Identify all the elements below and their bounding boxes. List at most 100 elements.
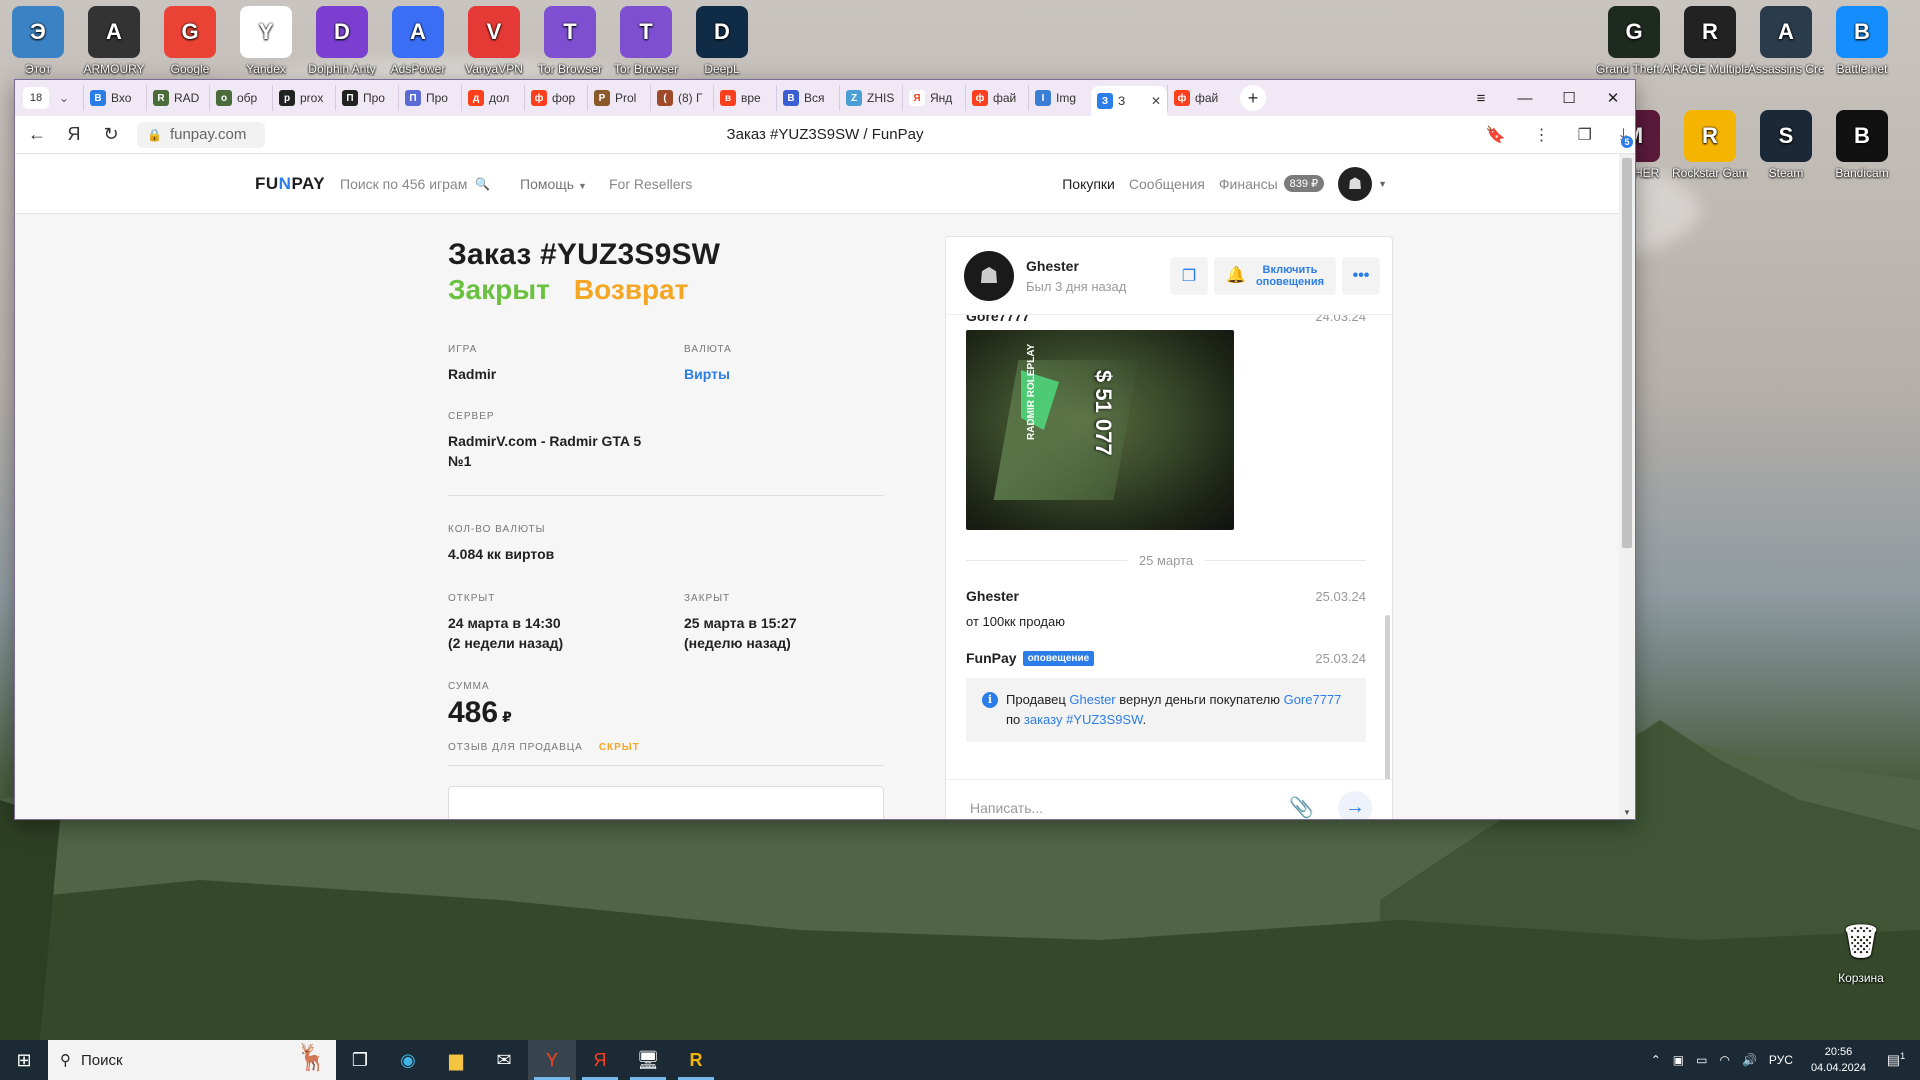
new-tab-button[interactable]: + <box>1240 85 1266 111</box>
send-button[interactable]: → <box>1338 790 1372 819</box>
mail-icon[interactable]: ✉ <box>480 1040 528 1080</box>
chat-avatar[interactable]: ☗ <box>964 250 1014 301</box>
desktop-shortcut[interactable]: S Steam <box>1748 110 1824 180</box>
collections-icon[interactable]: ❐ <box>1578 125 1592 145</box>
battery-icon[interactable]: ▭ <box>1696 1053 1707 1067</box>
desktop-shortcut[interactable]: B Bandicam <box>1824 110 1900 180</box>
browser-tab[interactable]: R RAD <box>146 85 209 111</box>
finances-link[interactable]: Финансы <box>1219 176 1278 192</box>
desktop-shortcut[interactable]: T Tor Browser <box>608 6 684 76</box>
desktop-shortcut[interactable]: G Grand Theft Auto V <box>1596 6 1672 76</box>
rockstar-launcher-icon[interactable]: R <box>672 1040 720 1080</box>
seller-link[interactable]: Ghester <box>1069 692 1115 707</box>
browser-tab[interactable]: д дол <box>461 85 524 111</box>
message-input[interactable]: Написать... <box>970 800 1289 816</box>
app-window-icon[interactable]: 🖥 <box>624 1040 672 1080</box>
buyer-link[interactable]: Gore7777 <box>1284 692 1342 707</box>
scrollbar-thumb[interactable] <box>1622 158 1632 548</box>
desktop-shortcut[interactable]: T Tor Browser <box>532 6 608 76</box>
tab-count[interactable]: 18 <box>23 87 49 109</box>
chevron-up-icon[interactable]: ⌃ <box>1651 1053 1661 1067</box>
user-avatar[interactable]: ☗ <box>1338 166 1373 201</box>
yandex-browser-icon[interactable]: Y <box>528 1040 576 1080</box>
message-author[interactable]: Gore7777 <box>966 315 1030 324</box>
purchases-link[interactable]: Покупки <box>1062 176 1115 192</box>
browser-tab[interactable]: П Про <box>398 85 461 111</box>
desktop-shortcut[interactable]: V VanyaVPN <box>456 6 532 76</box>
browser-tab[interactable]: Z ZHIS <box>839 85 902 111</box>
page-scrollbar[interactable]: ▼ <box>1619 154 1635 819</box>
browser-tab[interactable]: P Prol <box>587 85 650 111</box>
attach-icon[interactable]: 📎 <box>1289 795 1314 819</box>
wifi-icon[interactable]: ◠ <box>1719 1053 1729 1067</box>
browser-tab[interactable]: П Про <box>335 85 398 111</box>
desktop-shortcut[interactable]: R RAGE Multiplayer <box>1672 6 1748 76</box>
recycle-bin[interactable]: 🗑 Корзина <box>1823 915 1899 985</box>
browser-tab[interactable]: В Вхо <box>83 85 146 111</box>
message-image[interactable]: $ 51 077 RADMIR ROLEPLAY <box>966 330 1234 530</box>
yandex-icon[interactable]: Я <box>576 1040 624 1080</box>
browser-tab[interactable]: ф фай <box>1167 85 1230 111</box>
currency-link[interactable]: Вирты <box>684 364 884 384</box>
scroll-down-icon[interactable]: ▼ <box>1619 808 1635 817</box>
yandex-home-icon[interactable]: Я <box>59 124 89 145</box>
funpay-logo[interactable]: FUNPAY <box>255 174 325 194</box>
message-author[interactable]: FunPay <box>966 650 1017 666</box>
file-explorer-icon[interactable]: ▆ <box>432 1040 480 1080</box>
minimize-button[interactable]: — <box>1503 80 1547 116</box>
resellers-link[interactable]: For Resellers <box>609 176 692 192</box>
browser-tab[interactable]: Я Янд <box>902 85 965 111</box>
back-button[interactable]: ← <box>15 124 59 145</box>
browser-tab[interactable]: о обр <box>209 85 272 111</box>
site-search[interactable]: Поиск по 456 играм 🔍 <box>340 176 490 192</box>
browser-tab[interactable]: В Вся <box>776 85 839 111</box>
caret-down-icon[interactable]: ▼ <box>1378 179 1387 189</box>
desktop-shortcut[interactable]: Y Yandex <box>228 6 304 76</box>
browser-tab[interactable]: p prox <box>272 85 335 111</box>
browser-tab[interactable]: З З ✕ <box>1091 86 1167 116</box>
close-tab-icon[interactable]: ✕ <box>1151 94 1161 108</box>
enable-notifications-button[interactable]: 🔔 Включить оповещения <box>1214 256 1336 295</box>
reload-button[interactable]: ↻ <box>89 124 133 145</box>
menu-icon[interactable]: ≡ <box>1459 80 1503 116</box>
browser-tab[interactable]: I Img <box>1028 85 1091 111</box>
desktop-shortcut[interactable]: Э Этот <box>0 6 76 76</box>
maximize-button[interactable]: ☐ <box>1547 80 1591 116</box>
more-options-button[interactable]: ••• <box>1342 256 1380 295</box>
more-icon[interactable]: ⋮ <box>1534 125 1550 145</box>
browser-tab[interactable]: ф фай <box>965 85 1028 111</box>
language-indicator[interactable]: РУС <box>1769 1053 1793 1067</box>
url-field[interactable]: 🔒 funpay.com <box>137 121 265 148</box>
device-icon[interactable]: ▣ <box>1673 1053 1684 1067</box>
chat-user-name[interactable]: Ghester <box>1026 258 1126 274</box>
start-button[interactable]: ⊞ <box>0 1040 48 1080</box>
bookmark-icon[interactable]: 🔖 <box>1486 125 1506 145</box>
browser-tab[interactable]: в вре <box>713 85 776 111</box>
tab-list-chevron-icon[interactable]: ⌄ <box>53 91 75 105</box>
desktop-shortcut[interactable]: A ARMOURY <box>76 6 152 76</box>
desktop-shortcut[interactable]: B Battle.net <box>1824 6 1900 76</box>
game-icon: P <box>594 90 610 106</box>
chat-scrollbar[interactable] <box>1385 615 1390 779</box>
desktop-shortcut[interactable]: D Dolphin Anty <box>304 6 380 76</box>
order-link[interactable]: заказу #YUZ3S9SW <box>1024 712 1143 727</box>
close-window-button[interactable]: ✕ <box>1591 80 1635 116</box>
desktop-shortcut[interactable]: G Google <box>152 6 228 76</box>
notifications-icon[interactable]: ▤1 <box>1878 1051 1914 1069</box>
desktop-shortcut[interactable]: D DeepL <box>684 6 760 76</box>
downloads-icon[interactable]: ⤓ 5 <box>1620 126 1633 148</box>
messages-link[interactable]: Сообщения <box>1129 176 1205 192</box>
copy-button[interactable]: ❐ <box>1170 256 1209 295</box>
browser-tab[interactable]: ((8) Г <box>650 85 713 111</box>
desktop-shortcut[interactable]: A Assassins Creed -... <box>1748 6 1824 76</box>
browser-tab[interactable]: ф фор <box>524 85 587 111</box>
edge-icon[interactable]: ◉ <box>384 1040 432 1080</box>
taskbar-search[interactable]: ⚲ Поиск 🦌 <box>48 1040 336 1080</box>
message-author[interactable]: Ghester <box>966 588 1019 604</box>
desktop-shortcut[interactable]: A AdsPower <box>380 6 456 76</box>
help-menu[interactable]: Помощь ▼ <box>520 176 587 192</box>
clock[interactable]: 20:56 04.04.2024 <box>1811 1044 1866 1076</box>
task-view-icon[interactable]: ❐ <box>336 1040 384 1080</box>
desktop-shortcut[interactable]: R Rockstar Games ... <box>1672 110 1748 180</box>
volume-icon[interactable]: 🔊 <box>1742 1053 1757 1067</box>
